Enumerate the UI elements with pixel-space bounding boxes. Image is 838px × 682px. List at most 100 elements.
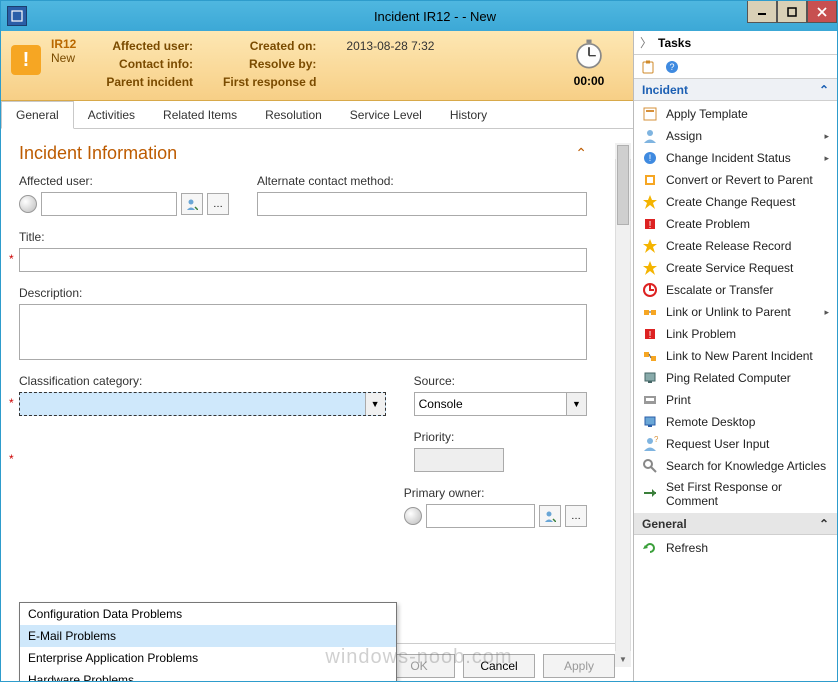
title-input[interactable] — [19, 248, 587, 272]
tasks-header[interactable]: 〉 Tasks — [634, 31, 837, 55]
form-scrollbar[interactable]: ▲ ▼ — [615, 143, 631, 667]
owner-browse-button[interactable]: … — [565, 505, 587, 527]
task-remote-desktop[interactable]: Remote Desktop — [634, 411, 837, 433]
incident-status: New — [51, 51, 76, 65]
chevron-right-icon: 〉 — [640, 34, 652, 51]
alt-contact-input[interactable] — [257, 192, 587, 216]
tab-history[interactable]: History — [436, 102, 501, 128]
task-convert-or-revert-to-parent[interactable]: Convert or Revert to Parent — [634, 169, 837, 191]
hdr-first-response-lbl: First response d — [223, 73, 316, 91]
svg-text:!: ! — [649, 220, 652, 231]
incident-id: IR12 — [51, 37, 76, 51]
svg-text:?: ? — [654, 436, 658, 444]
lbl-description: Description: — [19, 286, 587, 300]
collapse-icon[interactable]: ⌃ — [575, 145, 587, 162]
task-label: Apply Template — [666, 107, 748, 121]
dropdown-icon[interactable]: ▼ — [566, 393, 586, 415]
help-icon[interactable]: ? — [664, 59, 680, 75]
task-change-incident-status[interactable]: !Change Incident Status▸ — [634, 147, 837, 169]
priority-display — [414, 448, 504, 472]
task-label: Remote Desktop — [666, 415, 755, 429]
task-ping-related-computer[interactable]: Ping Related Computer — [634, 367, 837, 389]
affected-user-input[interactable] — [41, 192, 177, 216]
task-request-user-input[interactable]: ? Request User Input — [634, 433, 837, 455]
task-link-or-unlink-to-parent[interactable]: Link or Unlink to Parent ▸ — [634, 301, 837, 323]
classification-dropdown[interactable]: Configuration Data ProblemsE-Mail Proble… — [19, 602, 397, 681]
submenu-arrow-icon: ▸ — [824, 131, 829, 142]
task-create-release-record[interactable]: Create Release Record — [634, 235, 837, 257]
task-assign[interactable]: Assign▸ — [634, 125, 837, 147]
classification-option[interactable]: Configuration Data Problems — [20, 603, 396, 625]
clipboard-icon[interactable] — [640, 59, 656, 75]
dropdown-icon[interactable]: ▼ — [365, 393, 385, 415]
classification-option[interactable]: Hardware Problems — [20, 669, 396, 681]
classification-option[interactable]: Enterprise Application Problems — [20, 647, 396, 669]
task-label: Link Problem — [666, 327, 736, 341]
task-label: Refresh — [666, 541, 708, 555]
task-link-problem[interactable]: ! Link Problem — [634, 323, 837, 345]
user-picker-button[interactable] — [181, 193, 203, 215]
lbl-title: Title: — [19, 230, 587, 244]
task-create-problem[interactable]: !Create Problem — [634, 213, 837, 235]
task-label: Create Change Request — [666, 195, 795, 209]
tab-related-items[interactable]: Related Items — [149, 102, 251, 128]
hdr-parent-incident-lbl: Parent incident — [106, 73, 193, 91]
side-section-general[interactable]: General ⌃ — [634, 513, 837, 535]
task-label: Request User Input — [666, 437, 769, 451]
window-minimize-button[interactable] — [747, 1, 777, 23]
task-icon — [642, 238, 658, 254]
task-label: Link or Unlink to Parent — [666, 305, 791, 319]
task-icon — [642, 392, 658, 408]
task-icon — [642, 106, 658, 122]
task-escalate-or-transfer[interactable]: Escalate or Transfer — [634, 279, 837, 301]
tab-resolution[interactable]: Resolution — [251, 102, 336, 128]
tab-activities[interactable]: Activities — [74, 102, 149, 128]
task-icon — [642, 128, 658, 144]
tab-service-level[interactable]: Service Level — [336, 102, 436, 128]
apply-button[interactable]: Apply — [543, 654, 615, 678]
hdr-resolve-by-lbl: Resolve by: — [223, 55, 316, 73]
task-create-change-request[interactable]: Create Change Request — [634, 191, 837, 213]
refresh-icon — [642, 540, 658, 556]
window-maximize-button[interactable] — [777, 1, 807, 23]
submenu-arrow-icon: ▸ — [824, 307, 829, 318]
task-icon: ! — [642, 216, 658, 232]
task-link-to-new-parent-incident[interactable]: Link to New Parent Incident — [634, 345, 837, 367]
timer-value: 00:00 — [559, 74, 619, 88]
description-input[interactable] — [19, 304, 587, 360]
classification-combo[interactable]: ▼ — [19, 392, 386, 416]
app-icon — [7, 6, 27, 26]
collapse-icon[interactable]: ⌃ — [819, 83, 829, 97]
primary-owner-input[interactable] — [426, 504, 535, 528]
section-incident-info[interactable]: Incident Information ⌃ — [19, 143, 615, 164]
classification-option[interactable]: E-Mail Problems — [20, 625, 396, 647]
source-combo[interactable]: Console ▼ — [414, 392, 587, 416]
task-apply-template[interactable]: Apply Template — [634, 103, 837, 125]
task-refresh[interactable]: Refresh — [634, 537, 837, 559]
scroll-down-arrow[interactable]: ▼ — [615, 651, 631, 667]
lbl-affected-user: Affected user: — [19, 174, 229, 188]
user-browse-button[interactable]: … — [207, 193, 229, 215]
task-label: Ping Related Computer — [666, 371, 791, 385]
task-label: Change Incident Status — [666, 151, 791, 165]
owner-picker-button[interactable] — [539, 505, 561, 527]
lbl-alt-contact: Alternate contact method: — [257, 174, 587, 188]
lbl-primary-owner: Primary owner: — [404, 486, 587, 500]
scroll-thumb[interactable] — [617, 145, 629, 225]
task-label: Link to New Parent Incident — [666, 349, 813, 363]
task-create-service-request[interactable]: Create Service Request — [634, 257, 837, 279]
hdr-contact-info-lbl: Contact info: — [106, 55, 193, 73]
task-set-first-response-or-comment[interactable]: Set First Response or Comment — [634, 477, 837, 511]
side-section-incident[interactable]: Incident ⌃ — [634, 79, 837, 101]
svg-text:!: ! — [649, 330, 652, 341]
collapse-icon[interactable]: ⌃ — [819, 517, 829, 531]
task-icon: ! — [642, 150, 658, 166]
hdr-created-on-lbl: Created on: — [223, 37, 316, 55]
task-print[interactable]: Print — [634, 389, 837, 411]
task-icon — [642, 370, 658, 386]
cancel-button[interactable]: Cancel — [463, 654, 535, 678]
window-close-button[interactable] — [807, 1, 837, 23]
tab-general[interactable]: General — [1, 101, 74, 129]
task-search-for-knowledge-articles[interactable]: Search for Knowledge Articles — [634, 455, 837, 477]
task-icon — [642, 414, 658, 430]
